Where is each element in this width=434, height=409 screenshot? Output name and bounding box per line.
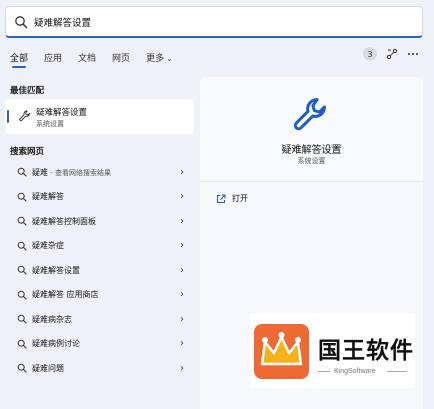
start-search-window: 疑难解答设置 全部 应用 文档 网页 更多 ⌄ 3 最佳匹配 疑难解答设置 系统设…: [0, 0, 434, 409]
chevron-right-icon: ›: [180, 264, 184, 276]
wrench-icon: [19, 110, 30, 122]
detail-header: 疑难解答设置 系统设置: [200, 77, 423, 182]
web-result-text: 疑难: [32, 167, 48, 177]
search-icon: [17, 314, 27, 324]
web-result-item[interactable]: 疑难 - 查看网络搜索结果 ›: [5, 160, 194, 185]
chevron-right-icon: ›: [180, 191, 184, 203]
tab-all[interactable]: 全部: [10, 51, 28, 68]
web-results-list: 疑难 - 查看网络搜索结果 › 疑难解答 › 疑难解答控制面板 › 疑难杂症 › 疑难解答设置 ›…: [5, 160, 194, 381]
filter-tabs: 全部 应用 文档 网页 更多 ⌄: [10, 49, 189, 68]
web-result-label: 疑难杂症: [32, 240, 64, 251]
tab-web[interactable]: 网页: [112, 51, 130, 64]
watermark-name: 国王软件: [318, 338, 414, 364]
search-icon: [17, 192, 27, 202]
web-result-item[interactable]: 疑难解答设置 ›: [5, 258, 194, 283]
search-box[interactable]: 疑难解答设置: [5, 6, 423, 38]
watermark: 国王软件 KingSoftware: [250, 313, 415, 388]
selection-indicator: [7, 110, 9, 123]
best-match-title: 疑难解答设置: [36, 108, 88, 118]
web-result-item[interactable]: 疑难病例讨论 ›: [5, 332, 194, 357]
open-action[interactable]: 打开: [216, 193, 248, 204]
search-icon: [17, 290, 27, 300]
detail-title: 疑难解答设置: [281, 145, 342, 156]
web-result-text: 疑难解答控制面板: [32, 216, 96, 226]
detail-subtitle: 系统设置: [297, 157, 326, 165]
search-input[interactable]: 疑难解答设置: [34, 15, 91, 29]
web-result-text: 疑难解答 应用商店: [32, 290, 99, 300]
rewards-badge[interactable]: 3: [363, 47, 377, 61]
chevron-down-icon: ⌄: [166, 53, 173, 63]
chevron-right-icon: ›: [180, 313, 184, 325]
chevron-right-icon: ›: [180, 166, 184, 178]
web-result-label: 疑难 - 查看网络搜索结果: [32, 167, 111, 178]
web-result-label: 疑难病杂志: [32, 314, 72, 325]
search-icon: [17, 265, 27, 275]
web-search-heading: 搜索网页: [10, 147, 45, 157]
search-icon: [17, 339, 27, 349]
divider: [318, 371, 330, 372]
tab-more[interactable]: 更多 ⌄: [146, 51, 173, 64]
web-result-label: 疑难病例讨论: [32, 338, 80, 349]
web-result-suffix: - 查看网络搜索结果: [48, 168, 111, 177]
web-result-label: 疑难解答: [32, 191, 64, 202]
web-result-text: 疑难病杂志: [32, 314, 72, 324]
web-result-text: 疑难病例讨论: [32, 339, 80, 349]
chevron-right-icon: ›: [180, 289, 184, 301]
web-result-item[interactable]: 疑难解答控制面板 ›: [5, 209, 194, 234]
chevron-right-icon: ›: [180, 338, 184, 350]
open-label: 打开: [232, 194, 248, 203]
chevron-right-icon: ›: [180, 215, 184, 227]
best-match-heading: 最佳匹配: [10, 86, 45, 96]
best-match-subtitle: 系统设置: [36, 120, 64, 128]
web-result-text: 疑难解答设置: [32, 265, 80, 275]
web-result-item[interactable]: 疑难病杂志 ›: [5, 307, 194, 332]
web-result-label: 疑难解答设置: [32, 265, 80, 276]
best-match-item[interactable]: 疑难解答设置 系统设置: [5, 99, 194, 134]
web-result-label: 疑难解答 应用商店: [32, 289, 99, 300]
more-options-icon[interactable]: [407, 48, 419, 60]
web-result-text: 疑难杂症: [32, 241, 64, 251]
open-external-icon: [217, 194, 226, 203]
share-icon[interactable]: [386, 48, 398, 60]
web-result-label: 疑难解答控制面板: [32, 216, 96, 227]
search-icon: [17, 216, 27, 226]
search-icon: [17, 241, 27, 251]
web-result-label: 疑难问题: [32, 363, 64, 374]
watermark-en: KingSoftware: [334, 368, 376, 375]
chevron-right-icon: ›: [180, 362, 184, 374]
search-icon: [17, 363, 27, 373]
tab-more-label: 更多: [146, 53, 165, 64]
crown-logo-icon: [254, 324, 309, 379]
search-icon: [17, 167, 27, 177]
web-result-text: 疑难解答: [32, 192, 64, 202]
tab-documents[interactable]: 文档: [78, 51, 96, 64]
web-result-text: 疑难问题: [32, 363, 64, 373]
web-result-item[interactable]: 疑难解答 ›: [5, 185, 194, 210]
web-result-item[interactable]: 疑难杂症 ›: [5, 234, 194, 259]
search-icon: [15, 15, 28, 28]
tab-apps[interactable]: 应用: [44, 51, 62, 64]
web-result-item[interactable]: 疑难解答 应用商店 ›: [5, 283, 194, 308]
chevron-right-icon: ›: [180, 240, 184, 252]
wrench-icon: [293, 98, 326, 131]
web-result-item[interactable]: 疑难问题 ›: [5, 356, 194, 381]
divider: [387, 371, 407, 372]
